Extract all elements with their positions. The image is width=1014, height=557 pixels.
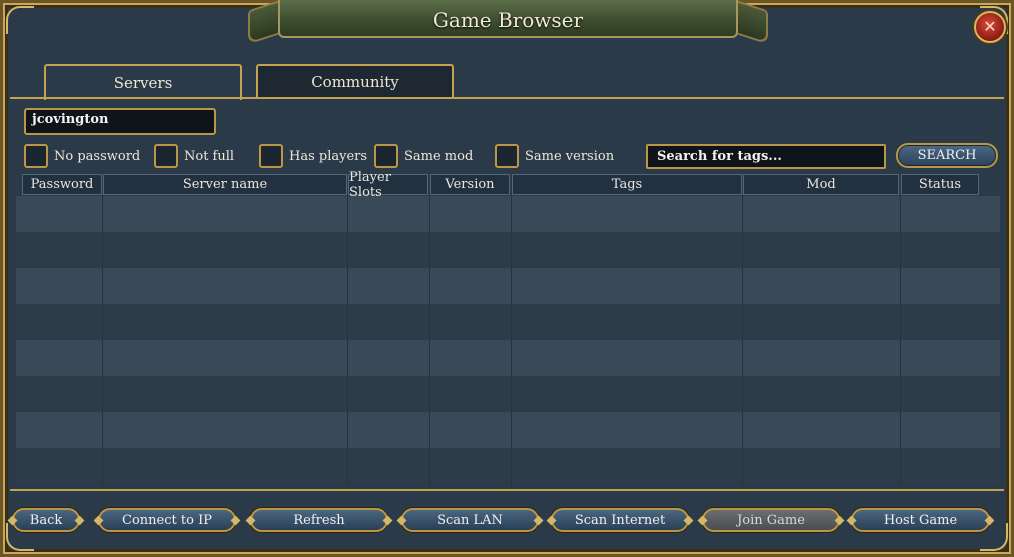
server-table: Password Server name Player Slots Versio… [16,170,1000,486]
filter-label: Same version [525,148,615,164]
search-button[interactable]: SEARCH [896,143,998,168]
same-mod-checkbox[interactable] [374,144,398,168]
filter-no-password[interactable]: No password [24,143,140,169]
table-body[interactable] [16,196,1000,486]
column-header-version[interactable]: Version [430,174,510,195]
column-header-status[interactable]: Status [901,174,979,195]
column-header-mod[interactable]: Mod [743,174,899,195]
table-row [16,304,1000,340]
frame-corner-ornament [6,6,34,34]
filter-label: Same mod [404,148,474,164]
table-row [16,412,1000,448]
close-icon: ✕ [983,17,997,36]
table-row [16,340,1000,376]
no-password-checkbox[interactable] [24,144,48,168]
player-name-field[interactable]: jcovington [24,108,216,135]
connect-to-ip-button[interactable]: Connect to IP [98,508,236,532]
tab-community[interactable]: Community [256,64,454,98]
back-button[interactable]: Back [12,508,80,532]
table-row [16,448,1000,484]
filter-same-version[interactable]: Same version [495,143,614,169]
tag-search-input[interactable]: Search for tags... [646,144,886,169]
column-header-password[interactable]: Password [22,174,102,195]
column-divider [347,196,348,486]
has-players-checkbox[interactable] [259,144,283,168]
join-game-button[interactable]: Join Game [702,508,840,532]
column-divider [429,196,430,486]
filter-not-full[interactable]: Not full [154,143,234,169]
host-game-button[interactable]: Host Game [851,508,990,532]
table-row [16,268,1000,304]
window-title: Game Browser [432,8,584,32]
column-divider [511,196,512,486]
filter-label: Has players [289,148,368,164]
tab-servers[interactable]: Servers [44,64,242,100]
same-version-checkbox[interactable] [495,144,519,168]
filter-label: Not full [184,148,235,164]
column-header-server-name[interactable]: Server name [103,174,347,195]
not-full-checkbox[interactable] [154,144,178,168]
table-row [16,376,1000,412]
close-button[interactable]: ✕ [974,11,1006,43]
filter-has-players[interactable]: Has players [259,143,367,169]
refresh-button[interactable]: Refresh [250,508,388,532]
column-header-tags[interactable]: Tags [512,174,742,195]
filter-same-mod[interactable]: Same mod [374,143,473,169]
table-header: Password Server name Player Slots Versio… [16,170,1000,200]
scan-internet-button[interactable]: Scan Internet [551,508,689,532]
column-divider [102,196,103,486]
column-divider [900,196,901,486]
scan-lan-button[interactable]: Scan LAN [401,508,539,532]
table-row [16,232,1000,268]
title-banner: Game Browser [248,0,768,45]
table-row [16,196,1000,232]
column-header-player-slots[interactable]: Player Slots [348,170,428,200]
filter-label: No password [54,148,141,164]
footer-divider [10,489,1004,493]
column-divider [742,196,743,486]
